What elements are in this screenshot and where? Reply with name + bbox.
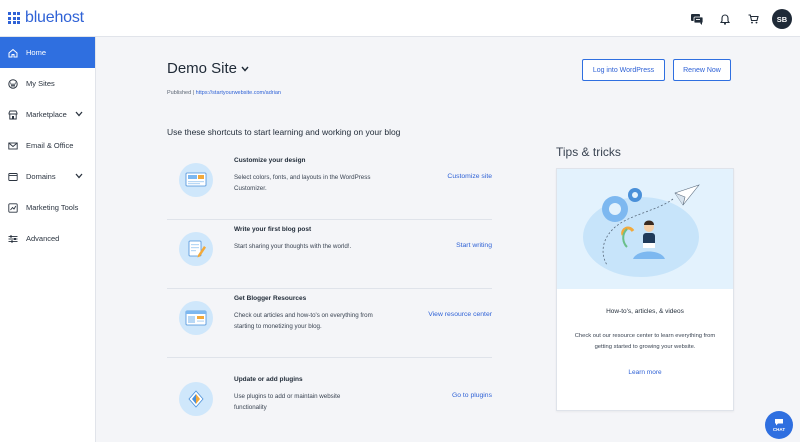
- sidebar-item-marketing-tools[interactable]: Marketing Tools: [0, 192, 95, 223]
- chat-bubble-icon: [774, 418, 784, 426]
- sidebar-item-domains[interactable]: Domains: [0, 161, 95, 192]
- shortcut-desc: Check out articles and how-to's on every…: [234, 312, 373, 330]
- sidebar-item-marketplace[interactable]: Marketplace: [0, 99, 95, 130]
- resources-icon: [179, 301, 213, 335]
- sidebar: Home My Sites Marketplace Email & Office…: [0, 37, 96, 442]
- sidebar-item-advanced[interactable]: Advanced: [0, 223, 95, 254]
- resource-illustration: [557, 169, 733, 289]
- sidebar-item-my-sites[interactable]: My Sites: [0, 68, 95, 99]
- shortcut-title: Update or add plugins: [234, 376, 303, 383]
- chevron-down-icon[interactable]: [75, 110, 83, 119]
- view-resource-center-link[interactable]: View resource center: [428, 311, 492, 318]
- start-writing-link[interactable]: Start writing: [456, 242, 492, 249]
- learn-more-link[interactable]: Learn more: [557, 369, 733, 376]
- mail-icon: [8, 141, 18, 151]
- sidebar-item-label: Marketing Tools: [26, 203, 79, 212]
- marketing-icon: [8, 202, 18, 213]
- globe-icon: [8, 172, 18, 182]
- sidebar-item-label: Domains: [26, 172, 56, 181]
- chevron-down-icon[interactable]: [75, 172, 83, 181]
- shortcut-title: Customize your design: [234, 157, 306, 164]
- tips-card: How-to's, articles, & videos Check out o…: [556, 168, 734, 411]
- home-icon: [8, 48, 18, 58]
- shortcut-item-resources: Get Blogger Resources Check out articles…: [167, 290, 492, 358]
- logo-text: bluehost: [25, 9, 84, 26]
- bell-icon[interactable]: [714, 8, 736, 30]
- cart-icon[interactable]: [742, 8, 764, 30]
- shortcut-desc: Use plugins to add or maintain website f…: [234, 393, 341, 411]
- tips-subtitle: How-to's, articles, & videos: [606, 308, 684, 315]
- store-icon: [8, 110, 18, 120]
- go-to-plugins-link[interactable]: Go to plugins: [452, 392, 492, 399]
- sidebar-item-label: My Sites: [26, 79, 55, 88]
- sidebar-item-home[interactable]: Home: [0, 37, 95, 68]
- tips-heading: Tips & tricks: [556, 145, 621, 159]
- customize-site-link[interactable]: Customize site: [447, 173, 492, 180]
- published-label: Published: [167, 90, 192, 96]
- shortcut-desc: Start sharing your thoughts with the wor…: [234, 243, 352, 250]
- pencil-doc-icon: [179, 232, 213, 266]
- avatar[interactable]: SB: [772, 9, 792, 29]
- sidebar-item-label: Advanced: [26, 234, 60, 243]
- sidebar-item-label: Marketplace: [26, 110, 67, 119]
- chat-label: CHAT: [772, 427, 786, 432]
- shortcut-desc: Select colors, fonts, and layouts in the…: [234, 174, 371, 192]
- shortcuts-heading: Use these shortcuts to start learning an…: [167, 127, 401, 137]
- log-into-wordpress-button[interactable]: Log into WordPress: [582, 59, 665, 81]
- tips-description: Check out our resource center to learn e…: [574, 333, 716, 350]
- bluehost-logo[interactable]: bluehost: [8, 9, 84, 27]
- chat-icon[interactable]: [686, 8, 708, 30]
- shortcut-item-write: Write your first blog post Start sharing…: [167, 221, 492, 289]
- chat-button[interactable]: CHAT: [765, 411, 793, 439]
- sidebar-item-email-office[interactable]: Email & Office: [0, 130, 95, 161]
- plugin-icon: [179, 382, 213, 416]
- shortcut-item-customize: Customize your design Select colors, fon…: [167, 152, 492, 220]
- site-url-link[interactable]: https://startyourwebsite.com/adrian: [196, 90, 281, 96]
- renew-now-button[interactable]: Renew Now: [673, 59, 731, 81]
- top-bar: bluehost SB: [0, 0, 800, 37]
- sidebar-item-label: Home: [26, 48, 47, 57]
- sliders-icon: [8, 234, 18, 244]
- published-line: Published | https://startyourwebsite.com…: [167, 90, 281, 96]
- shortcut-title: Write your first blog post: [234, 226, 312, 233]
- sidebar-item-label: Email & Office: [26, 141, 74, 150]
- page-title: Demo Site: [167, 60, 238, 77]
- site-selector[interactable]: Demo Site: [167, 60, 249, 77]
- design-icon: [179, 163, 213, 197]
- chevron-down-icon: [241, 66, 249, 72]
- shortcut-title: Get Blogger Resources: [234, 295, 307, 302]
- shortcut-item-plugins: Update or add plugins Use plugins to add…: [167, 371, 492, 439]
- wordpress-icon: [8, 78, 18, 89]
- grid-icon: [8, 12, 20, 24]
